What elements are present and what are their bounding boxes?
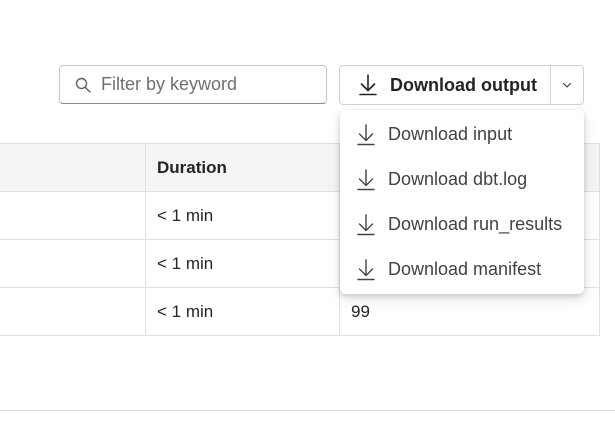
menu-item-download-run-results[interactable]: Download run_results [340, 202, 584, 247]
column-header [0, 144, 146, 191]
download-menu: Download input Download dbt.log Download… [340, 110, 584, 294]
download-icon [359, 74, 377, 96]
menu-item-label: Download run_results [388, 214, 563, 234]
download-icon [357, 213, 375, 235]
column-header-duration[interactable]: Duration [146, 144, 340, 191]
search-icon [75, 77, 91, 93]
divider [0, 410, 615, 411]
duration-cell: < 1 min [146, 288, 340, 335]
menu-item-download-dbt-log[interactable]: Download dbt.log [340, 157, 584, 202]
download-output-label: Download output [390, 74, 537, 95]
table-row: < 1 min 99 [0, 288, 600, 336]
menu-item-download-input[interactable]: Download input [340, 112, 584, 157]
download-output-button[interactable]: Download output [339, 65, 550, 105]
search-box[interactable] [59, 65, 327, 104]
table-cell [0, 240, 146, 287]
search-input[interactable] [101, 74, 301, 95]
download-icon [357, 168, 375, 190]
download-icon [357, 123, 375, 145]
menu-item-label: Download dbt.log [388, 169, 528, 189]
menu-item-label: Download input [388, 124, 513, 144]
table-cell: 99 [340, 288, 600, 335]
menu-item-download-manifest[interactable]: Download manifest [340, 247, 584, 292]
page: Download output Duration < 1 min < 1 min… [0, 0, 615, 432]
menu-item-label: Download manifest [388, 259, 542, 279]
table-cell [0, 192, 146, 239]
download-options-toggle[interactable] [550, 65, 584, 105]
download-icon [357, 258, 375, 280]
table-cell [0, 288, 146, 335]
duration-cell: < 1 min [146, 240, 340, 287]
duration-cell: < 1 min [146, 192, 340, 239]
chevron-down-icon [562, 82, 572, 88]
